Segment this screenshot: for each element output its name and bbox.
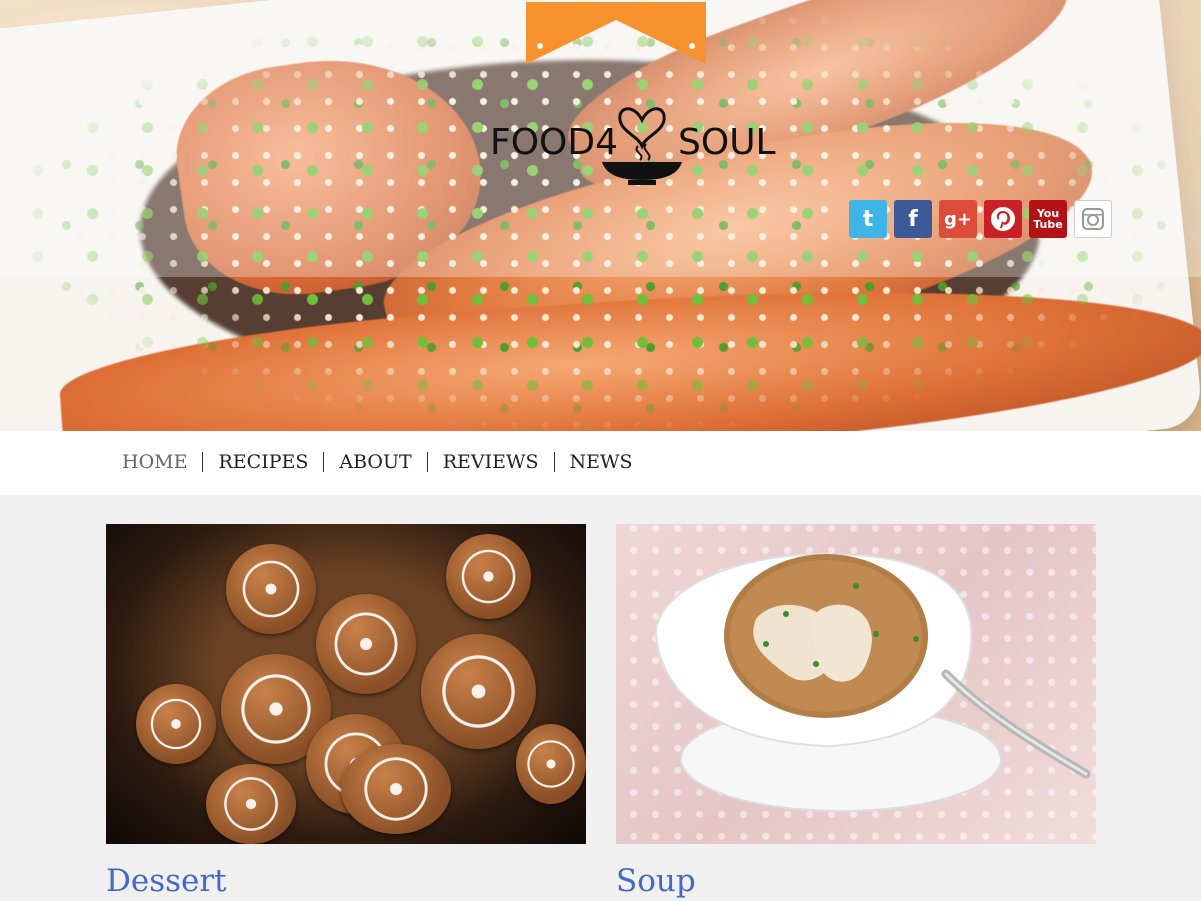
google-plus-icon[interactable]: g+	[939, 200, 977, 238]
facebook-glyph: f	[908, 206, 918, 232]
nav-reviews[interactable]: REVIEWS	[428, 452, 555, 472]
youtube-icon[interactable]: You Tube	[1029, 200, 1067, 238]
bowl-heart-icon	[602, 107, 682, 185]
pinterest-glyph	[991, 207, 1015, 231]
social-links: t f g+ You Tube	[849, 200, 1112, 238]
card-dessert: Dessert	[106, 524, 586, 900]
facebook-icon[interactable]: f	[894, 200, 932, 238]
cookie	[446, 534, 531, 619]
twitter-icon[interactable]: t	[849, 200, 887, 238]
soup-image[interactable]	[616, 524, 1096, 844]
nav-recipes[interactable]: RECIPES	[203, 452, 325, 472]
cookie	[516, 724, 586, 804]
nav-about[interactable]: ABOUT	[324, 452, 428, 472]
cookie	[316, 594, 416, 694]
main-navbar: HOME RECIPES ABOUT REVIEWS NEWS	[0, 431, 1201, 495]
site-logo[interactable]: FOOD4 SOUL	[490, 100, 790, 195]
card-title-soup[interactable]: Soup	[616, 862, 1096, 900]
logo-text-right: SOUL	[678, 122, 776, 163]
cookie	[226, 544, 316, 634]
main-nav: HOME RECIPES ABOUT REVIEWS NEWS	[107, 452, 648, 472]
card-title-dessert[interactable]: Dessert	[106, 862, 586, 900]
dessert-image[interactable]	[106, 524, 586, 844]
google-plus-glyph: g+	[944, 208, 972, 230]
soup-bowl-illustration	[654, 552, 1091, 812]
pinterest-icon[interactable]	[984, 200, 1022, 238]
youtube-glyph-bottom: Tube	[1033, 218, 1063, 231]
ribbon-banner	[526, 2, 706, 64]
nav-home[interactable]: HOME	[107, 452, 204, 472]
cookie	[136, 684, 216, 764]
instagram-glyph	[1082, 208, 1104, 230]
twitter-glyph: t	[862, 206, 874, 232]
card-soup: Soup	[616, 524, 1096, 900]
cookie	[341, 744, 451, 834]
nav-news[interactable]: NEWS	[555, 452, 648, 472]
hero-banner: FOOD4 SOUL t f g+ You Tube	[0, 0, 1201, 431]
instagram-icon[interactable]	[1074, 200, 1112, 238]
cookie	[206, 764, 296, 844]
cookie	[421, 634, 536, 749]
